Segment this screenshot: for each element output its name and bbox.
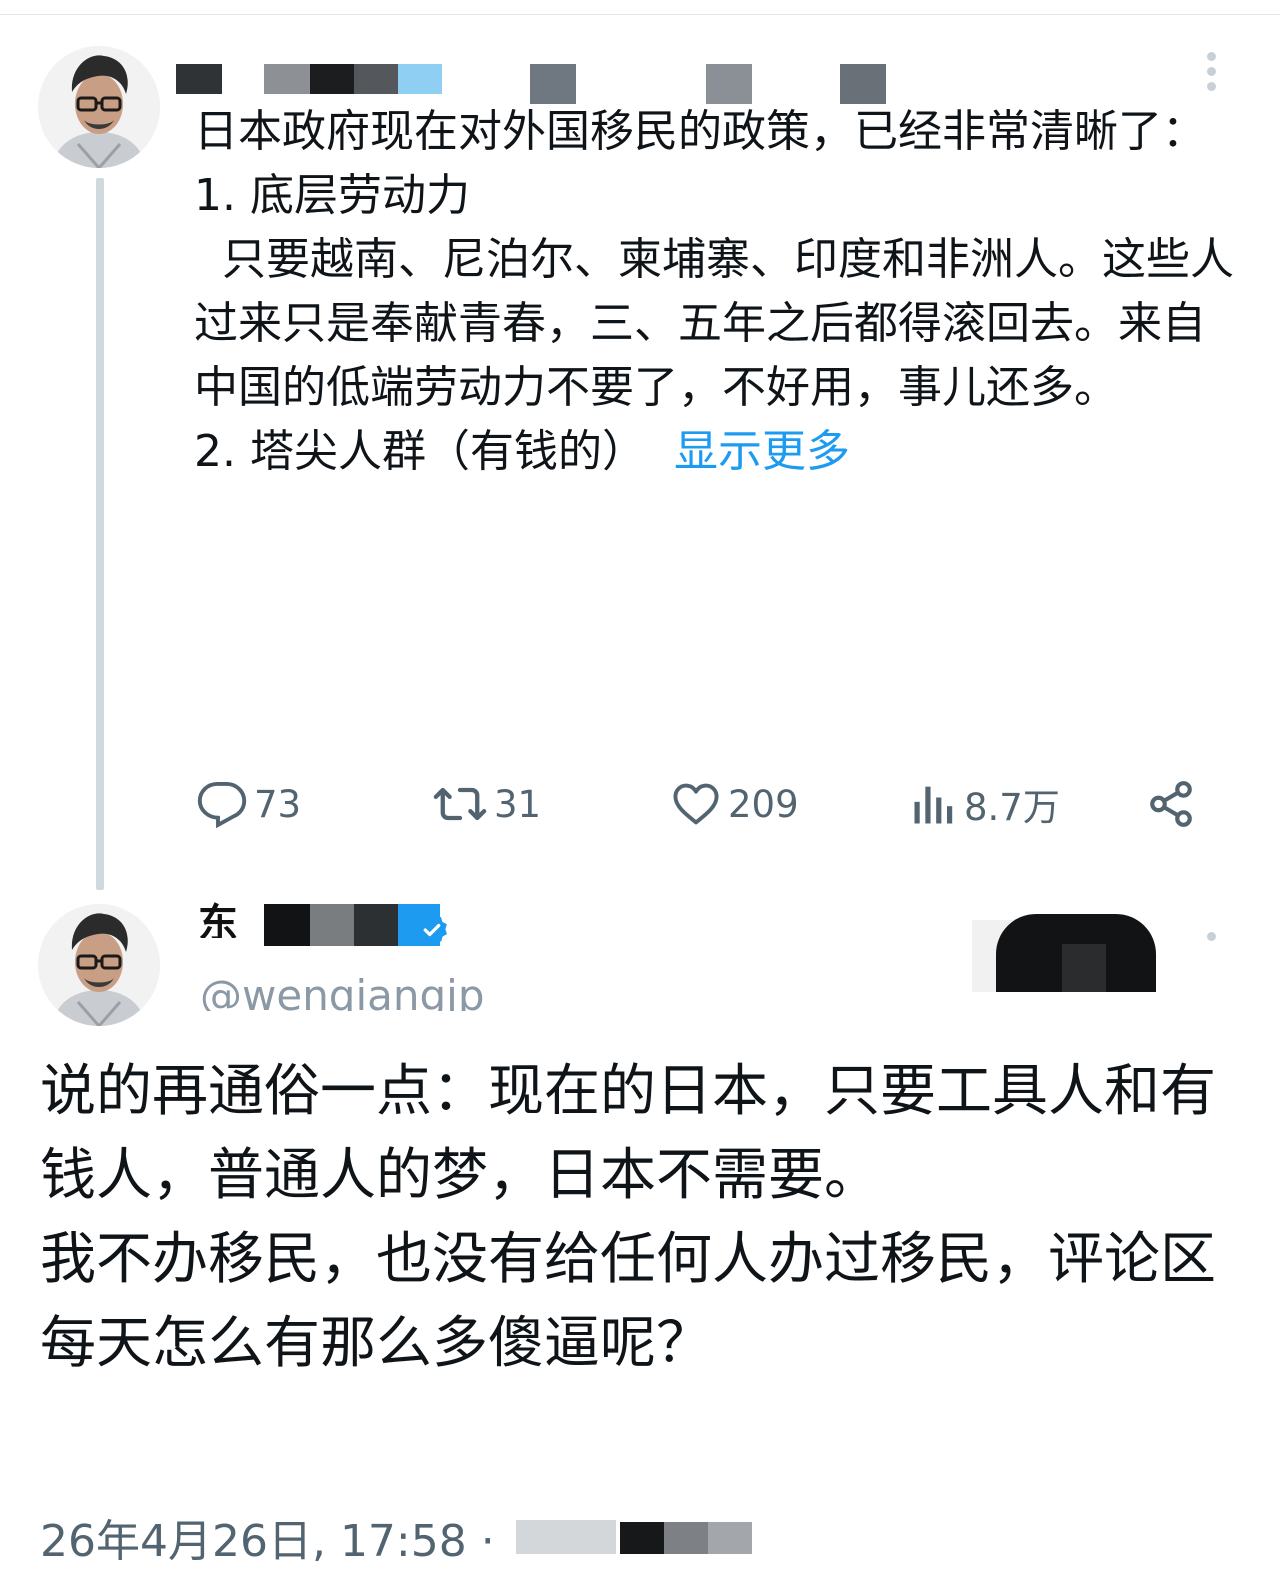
like-button[interactable]: 209 (670, 772, 799, 836)
post-text: 日本政府现在对外国移民的政策，已经非常清晰了： 1. 底层劳动力 只要越南、尼泊… (194, 100, 1244, 484)
heart-icon (673, 783, 719, 825)
share-button[interactable] (1146, 772, 1196, 836)
reply-icon (197, 782, 247, 829)
post-text-line: 日本政府现在对外国移民的政策，已经非常清晰了： (194, 106, 1206, 157)
post-text-segment: 2. 塔尖人群（有钱的） (194, 426, 646, 477)
avatar[interactable] (38, 904, 160, 1026)
post-text: 说的再通俗一点：现在的日本，只要工具人和有钱人，普通人的梦，日本不需要。 我不办… (40, 1050, 1260, 1386)
more-icon[interactable] (1207, 52, 1217, 97)
post-text-line: 说的再通俗一点：现在的日本，只要工具人和有钱人，普通人的梦，日本不需要。 (40, 1059, 1216, 1208)
views-button[interactable]: 8.7万 (910, 772, 1060, 836)
retweet-button[interactable]: 31 (432, 772, 541, 836)
post-text-line: 2. 塔尖人群（有钱的） 显示更多 (194, 420, 1244, 484)
retweet-count: 31 (494, 782, 542, 826)
avatar-portrait-icon (38, 904, 160, 1026)
like-count: 209 (728, 782, 799, 826)
avatar-portrait-icon (38, 46, 160, 168)
author-name-fragment[interactable]: 东 (198, 900, 238, 938)
retweet-icon (433, 787, 487, 821)
post-text-line: 只要越南、尼泊尔、柬埔寨、印度和非洲人。这些人过来只是奉献青春，三、五年之后都得… (194, 234, 1234, 413)
verified-badge-icon (417, 914, 447, 945)
top-divider (0, 14, 1280, 15)
reply-button[interactable]: 73 (196, 772, 301, 836)
post-text-line: 我不办移民，也没有给任何人办过移民，评论区每天怎么有那么多傻逼呢？ (40, 1227, 1216, 1376)
author-handle[interactable]: @wenqiangjp (200, 975, 484, 1011)
more-icon[interactable] (1207, 932, 1217, 947)
reply-count: 73 (254, 782, 302, 826)
thread-connector (96, 178, 104, 890)
views-icon (914, 786, 953, 824)
avatar[interactable] (38, 46, 160, 168)
share-icon (1150, 781, 1192, 827)
views-count: 8.7万 (964, 786, 1060, 829)
post-text-line: 1. 底层劳动力 (194, 170, 470, 221)
post-timestamp[interactable]: 26年4月26日, 17:58 · (40, 1505, 495, 1569)
action-bar: 73 31 209 8.7万 (196, 772, 1206, 836)
show-more-link[interactable]: 显示更多 (674, 426, 850, 477)
